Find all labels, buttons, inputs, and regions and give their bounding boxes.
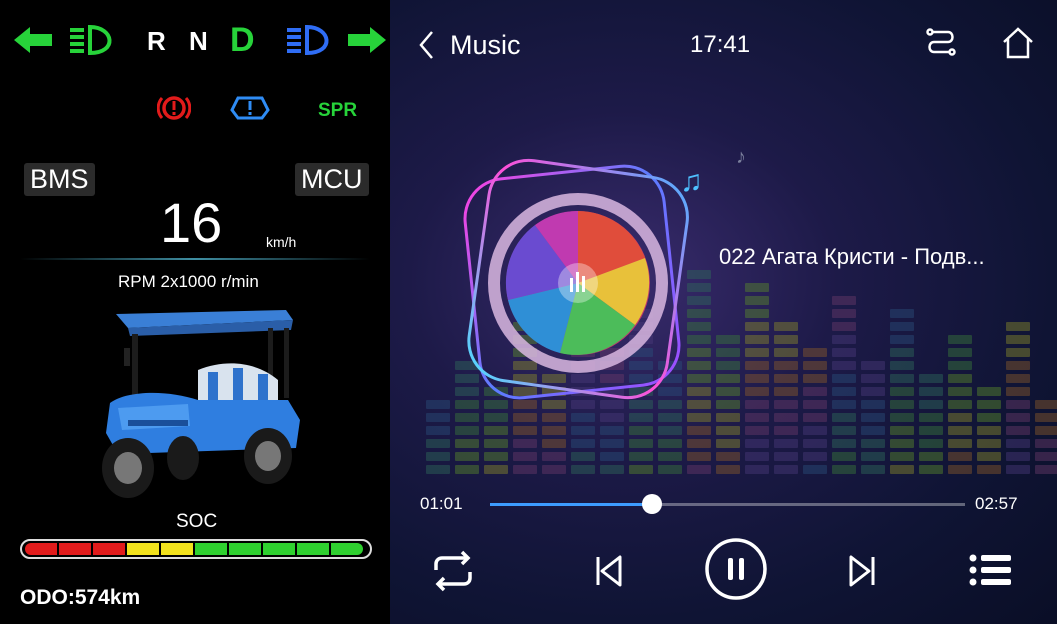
equalizer-bar: [890, 305, 914, 474]
soc-segment: [229, 543, 261, 555]
instrument-panel: R N D SPR BMS MCU 16 km/h RPM 2x1000 r/m…: [0, 0, 390, 624]
clock: 17:41: [690, 31, 751, 58]
pause-button[interactable]: [704, 537, 768, 601]
previous-track-icon[interactable]: [595, 554, 623, 588]
equalizer-bar: [745, 279, 769, 474]
right-turn-signal-icon: [348, 27, 386, 53]
home-icon[interactable]: [1001, 26, 1035, 60]
gear-n: N: [189, 26, 208, 56]
soc-segment: [263, 543, 295, 555]
equalizer-bar: [716, 331, 740, 474]
spr-indicator: SPR: [318, 100, 358, 121]
left-turn-signal-icon: [14, 27, 52, 53]
route-icon[interactable]: [926, 26, 956, 60]
elapsed-time: 01:01: [420, 494, 463, 513]
soc-segment: [297, 543, 329, 555]
soc-segment: [331, 543, 363, 555]
gear-r: R: [147, 26, 166, 56]
equalizer-bar: [861, 357, 885, 474]
track-title: 022 Агата Кристи - Подв...: [719, 244, 985, 269]
soc-segment: [93, 543, 125, 555]
soc-segment: [25, 543, 57, 555]
repeat-icon[interactable]: [428, 550, 478, 592]
equalizer-bar: [919, 370, 943, 474]
next-track-icon[interactable]: [848, 554, 876, 588]
mcu-button[interactable]: MCU: [295, 163, 369, 196]
equalizer-bar: [774, 318, 798, 474]
equalizer-bar: [977, 383, 1001, 474]
music-note-icon: ♫: [680, 165, 703, 198]
golf-cart-image: [102, 310, 300, 498]
total-duration: 02:57: [975, 494, 1018, 513]
playlist-icon[interactable]: [968, 552, 1012, 588]
speed-unit: km/h: [266, 234, 297, 250]
rpm-label: RPM 2x1000 r/min: [118, 272, 259, 291]
speed-divider: [20, 258, 370, 260]
odometer: ODO:574km: [20, 586, 141, 609]
progress-handle[interactable]: [641, 494, 662, 514]
soc-segment: [161, 543, 193, 555]
low-beam-icon: [70, 24, 112, 56]
bms-button[interactable]: BMS: [24, 163, 95, 196]
page-title[interactable]: Music: [450, 30, 521, 61]
equalizer-bar: [1035, 396, 1057, 474]
equalizer-bar: [426, 396, 450, 474]
soc-segment: [195, 543, 227, 555]
album-art: [463, 158, 689, 400]
gear-d-active: D: [230, 21, 255, 59]
brake-warning-icon: [157, 96, 191, 120]
high-beam-icon: [287, 24, 329, 56]
equalizer-bar: [803, 344, 827, 474]
soc-segment: [59, 543, 91, 555]
soc-label: SOC: [176, 511, 218, 532]
speed-value: 16: [160, 191, 223, 254]
equalizer-bar: [1006, 318, 1030, 474]
tire-pressure-warning-icon: [230, 96, 270, 120]
soc-segment: [127, 543, 159, 555]
music-panel: Music 17:41 ♫ ♪ 022 Агата Кристи - Подв.…: [390, 0, 1057, 624]
back-icon[interactable]: [418, 30, 434, 60]
equalizer-bar: [832, 292, 856, 474]
equalizer-bar: [948, 331, 972, 474]
music-note-small-icon: ♪: [736, 146, 746, 168]
progress-fill: [490, 503, 652, 506]
